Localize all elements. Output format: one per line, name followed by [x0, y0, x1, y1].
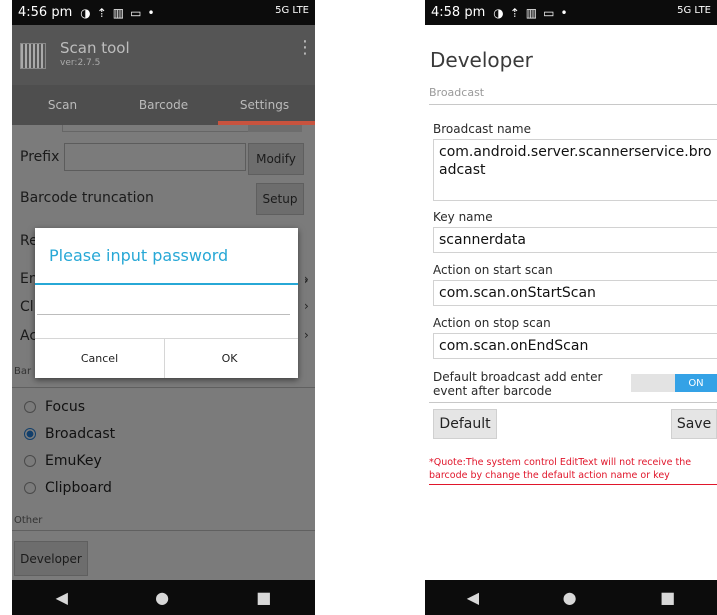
recents-icon[interactable]: ■: [256, 588, 271, 607]
note-divider: [429, 484, 717, 485]
mode-emukey[interactable]: EmuKey: [24, 453, 102, 469]
section-broadcast-label: Broadcast: [429, 86, 485, 99]
status-bar: 4:56 pm ◑ ⇡ ▥ ▭ • 5G LTE: [12, 0, 315, 25]
chevron-right-icon: ›: [304, 299, 309, 313]
enter-event-label: Default broadcast add enter event after …: [433, 370, 603, 398]
mode-emukey-label: EmuKey: [45, 453, 102, 469]
dialog-title-divider: [35, 283, 298, 285]
radio-emukey[interactable]: [24, 455, 36, 467]
nav-bar: ◀ ● ■: [12, 580, 315, 615]
modify-button[interactable]: Modify: [248, 143, 304, 175]
tab-settings[interactable]: Settings: [214, 85, 315, 125]
back-icon[interactable]: ◀: [56, 588, 68, 607]
key-name-input[interactable]: scannerdata: [433, 227, 717, 253]
start-scan-action-input[interactable]: com.scan.onStartScan: [433, 280, 717, 306]
sync-icon: ◑: [493, 5, 504, 20]
app-version: ver:2.7.5: [60, 58, 101, 68]
dot-icon: •: [560, 5, 568, 20]
stop-scan-action-label: Action on stop scan: [433, 316, 551, 330]
partial-field: [62, 125, 249, 132]
tab-bar: Scan Barcode Settings: [12, 85, 315, 125]
back-icon[interactable]: ◀: [467, 588, 479, 607]
section-divider: [12, 530, 315, 531]
save-button[interactable]: Save: [671, 409, 717, 439]
upload-icon: ⇡: [509, 5, 520, 20]
status-time: 4:56 pm: [18, 5, 73, 20]
start-scan-action-label: Action on start scan: [433, 263, 553, 277]
nav-bar: ◀ ● ■: [425, 580, 717, 615]
status-bar: 4:58 pm ◑ ⇡ ▥ ▭ • 5G LTE: [425, 0, 717, 25]
partial-label-bar: Bar: [14, 366, 32, 377]
developer-button[interactable]: Developer: [14, 541, 88, 576]
status-time: 4:58 pm: [431, 5, 486, 20]
setup-button[interactable]: Setup: [256, 183, 304, 215]
app-title: Scan tool: [60, 39, 130, 57]
mode-clipboard-label: Clipboard: [45, 480, 112, 496]
ok-button[interactable]: OK: [165, 338, 294, 378]
barcode-truncation-label: Barcode truncation: [20, 190, 154, 206]
radio-focus[interactable]: [24, 401, 36, 413]
recents-icon[interactable]: ■: [660, 588, 675, 607]
prefix-label: Prefix: [20, 149, 60, 165]
dot-icon: •: [147, 5, 155, 20]
section-other-label: Other: [14, 515, 43, 526]
overflow-menu-icon[interactable]: ⋮: [296, 39, 314, 57]
sim-icon: ▥: [112, 5, 125, 20]
notification-icon: ▭: [543, 5, 555, 20]
enter-event-toggle[interactable]: ON: [631, 374, 717, 392]
mode-focus[interactable]: Focus: [24, 399, 85, 415]
network-status: 5G LTE: [677, 5, 711, 16]
chevron-right-icon: ›: [304, 328, 309, 342]
toggle-state-label: ON: [675, 374, 717, 392]
home-icon[interactable]: ●: [155, 588, 169, 607]
mode-broadcast-label: Broadcast: [45, 426, 116, 442]
tab-barcode[interactable]: Barcode: [113, 85, 214, 125]
chevron-right-icon: ›: [304, 272, 309, 286]
cancel-button[interactable]: Cancel: [35, 338, 164, 378]
sync-icon: ◑: [80, 5, 91, 20]
password-input[interactable]: [37, 296, 290, 315]
warning-note: *Quote:The system control EditText will …: [429, 457, 692, 481]
partial-label-cl: Cl: [20, 299, 34, 315]
section-divider: [429, 104, 717, 105]
prefix-input[interactable]: [64, 143, 246, 171]
right-phone-screen: 4:58 pm ◑ ⇡ ▥ ▭ • 5G LTE Developer Broad…: [425, 0, 717, 615]
app-bar: Scan tool ver:2.7.5 ⋮: [12, 25, 315, 85]
row-divider: [429, 402, 717, 403]
broadcast-name-label: Broadcast name: [433, 122, 531, 136]
tab-scan[interactable]: Scan: [12, 85, 113, 125]
sim-icon: ▥: [525, 5, 538, 20]
upload-icon: ⇡: [96, 5, 107, 20]
network-status: 5G LTE: [275, 5, 309, 16]
mode-broadcast[interactable]: Broadcast: [24, 426, 115, 442]
mode-clipboard[interactable]: Clipboard: [24, 480, 112, 496]
home-icon[interactable]: ●: [563, 588, 577, 607]
notification-icon: ▭: [130, 5, 142, 20]
radio-clipboard[interactable]: [24, 482, 36, 494]
dialog-title: Please input password: [49, 246, 229, 265]
section-divider: [12, 387, 315, 388]
stop-scan-action-input[interactable]: com.scan.onEndScan: [433, 333, 717, 359]
broadcast-name-input[interactable]: com.android.server.scannerservice.broadc…: [433, 139, 717, 201]
page-title: Developer: [430, 48, 533, 72]
partial-button: [248, 125, 302, 132]
radio-broadcast[interactable]: [24, 428, 36, 440]
key-name-label: Key name: [433, 210, 493, 224]
app-logo-icon: [20, 43, 46, 69]
left-phone-screen: 4:56 pm ◑ ⇡ ▥ ▭ • 5G LTE Scan tool ver:2…: [12, 0, 315, 615]
mode-focus-label: Focus: [45, 399, 85, 415]
default-button[interactable]: Default: [433, 409, 497, 439]
password-dialog: Please input password Cancel OK ›: [35, 228, 308, 378]
